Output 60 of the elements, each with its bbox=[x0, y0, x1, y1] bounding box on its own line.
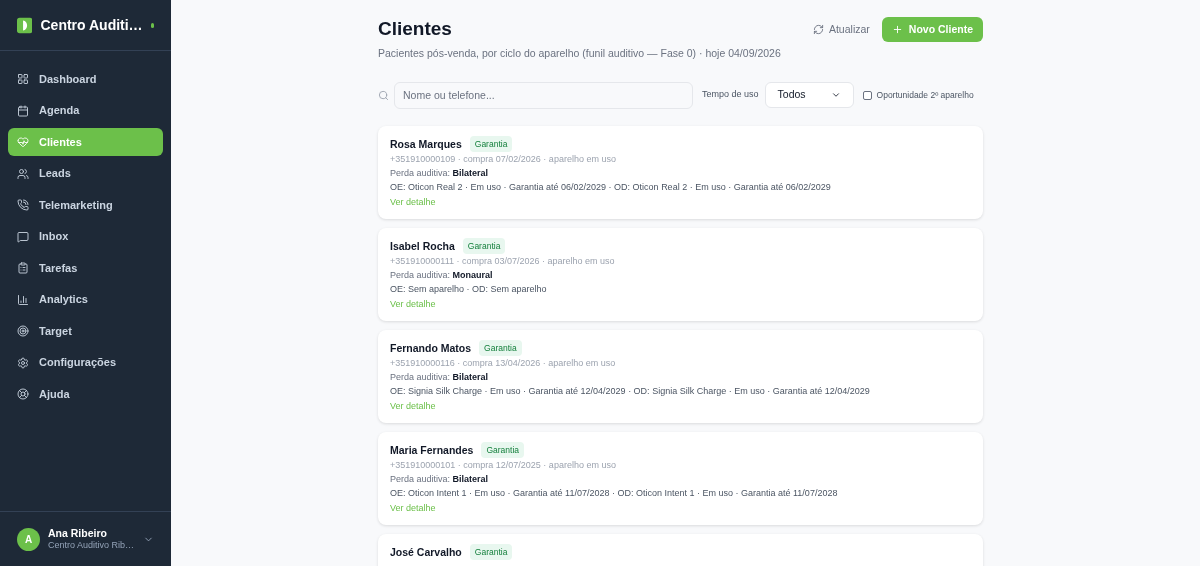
chevron-down-icon bbox=[830, 90, 841, 100]
client-name: Maria Fernandes bbox=[390, 442, 474, 457]
search-icon bbox=[378, 89, 389, 101]
client-meta: +351910000111 · compra 03/07/2026 · aparelho em uso bbox=[390, 254, 616, 268]
client-name: Isabel Rocha bbox=[390, 238, 455, 253]
user-name: Ana Ribeiro bbox=[48, 526, 108, 540]
nav-item[interactable]: Configurações bbox=[8, 348, 163, 377]
brand-name: Centro Auditi… bbox=[40, 15, 143, 35]
plus-icon bbox=[891, 24, 903, 35]
bar-chart-icon bbox=[17, 293, 29, 306]
status-badge: Garantia bbox=[469, 135, 513, 152]
device-info: OE: Oticon Real 2 · Em uso · Garantia até 06/02/2029 · OD: Oticon Real 2 · Em uso · Garantia até 06/02/2029 bbox=[390, 180, 832, 194]
settings-icon bbox=[17, 356, 29, 369]
hearing-loss: Perda auditiva: Bilateral bbox=[390, 370, 490, 384]
nav-item[interactable]: Inbox bbox=[8, 222, 163, 251]
refresh-icon bbox=[812, 24, 824, 35]
hearing-loss: Perda auditiva: Bilateral bbox=[390, 472, 490, 486]
client-meta: +351910000109 · compra 07/02/2026 · aparelho em uso bbox=[390, 152, 617, 166]
client-name: Fernando Matos bbox=[390, 340, 472, 355]
opportunity-checkbox[interactable] bbox=[862, 90, 872, 100]
message-icon bbox=[17, 230, 29, 243]
users-icon bbox=[17, 167, 29, 180]
status-badge: Garantia bbox=[462, 237, 506, 254]
usage-label: Tempo de uso bbox=[702, 88, 759, 102]
user-avatar: A bbox=[17, 527, 40, 551]
status-badge: Garantia bbox=[481, 441, 525, 458]
nav-item[interactable]: Target bbox=[8, 317, 163, 345]
dashboard-icon bbox=[17, 73, 29, 85]
nav-item[interactable]: Dashboard bbox=[8, 65, 163, 93]
status-badge: Garantia bbox=[479, 339, 522, 356]
nav-item[interactable]: Telemarketing bbox=[8, 191, 163, 219]
client-meta: +351910000116 · compra 13/04/2026 · aparelho em uso bbox=[390, 356, 617, 370]
calendar-icon bbox=[17, 104, 29, 117]
nav-item[interactable]: Agenda bbox=[8, 96, 163, 125]
phone-icon bbox=[17, 199, 29, 211]
client-name: Rosa Marques bbox=[390, 136, 462, 151]
heart-pulse-icon bbox=[17, 136, 29, 148]
device-info: OE: Oticon Intent 1 · Em uso · Garantia até 11/07/2028 · OD: Oticon Intent 1 · Em uso · Garantia até 11/07/2028 bbox=[390, 486, 839, 500]
page-subtitle: Pacientes pós-venda, por ciclo do aparelho (funil auditivo — Fase 0) · hoje 04/09/2026 bbox=[378, 45, 781, 61]
lifebuoy-icon bbox=[17, 388, 29, 400]
nav-item[interactable]: Tarefas bbox=[8, 254, 163, 282]
target-icon bbox=[17, 325, 29, 337]
hearing-loss: Perda auditiva: Monaural bbox=[390, 268, 494, 282]
device-info: OE: Signia Silk Charge · Em uso · Garantia até 12/04/2029 · OD: Signia Silk Charge · Em uso · Garantia até 12/04/2029 bbox=[390, 384, 871, 398]
client-meta: +351910000101 · compra 12/07/2025 · aparelho em uso bbox=[390, 458, 617, 472]
device-info: OE: Sem aparelho · OD: Sem aparelho bbox=[390, 282, 548, 296]
hearing-loss: Perda auditiva: Bilateral bbox=[390, 166, 490, 180]
refresh-button[interactable]: Atualizar bbox=[808, 17, 874, 42]
search-field[interactable]: Nome ou telefone... bbox=[394, 81, 693, 109]
nav-item[interactable]: Analytics bbox=[8, 285, 163, 314]
clipboard-icon bbox=[17, 262, 29, 274]
page-title: Clientes bbox=[378, 17, 453, 41]
nav-item[interactable]: Ajuda bbox=[8, 380, 163, 408]
online-indicator bbox=[150, 22, 154, 28]
nav-item[interactable]: Leads bbox=[8, 159, 163, 188]
usage-select[interactable]: Todos bbox=[764, 82, 854, 108]
user-organization: Centro Auditivo Rib… bbox=[48, 539, 135, 552]
status-badge: Garantia bbox=[469, 543, 513, 560]
client-name: José Carvalho bbox=[390, 544, 462, 559]
opportunity-label: Oportunidade 2º aparelho bbox=[876, 88, 974, 102]
